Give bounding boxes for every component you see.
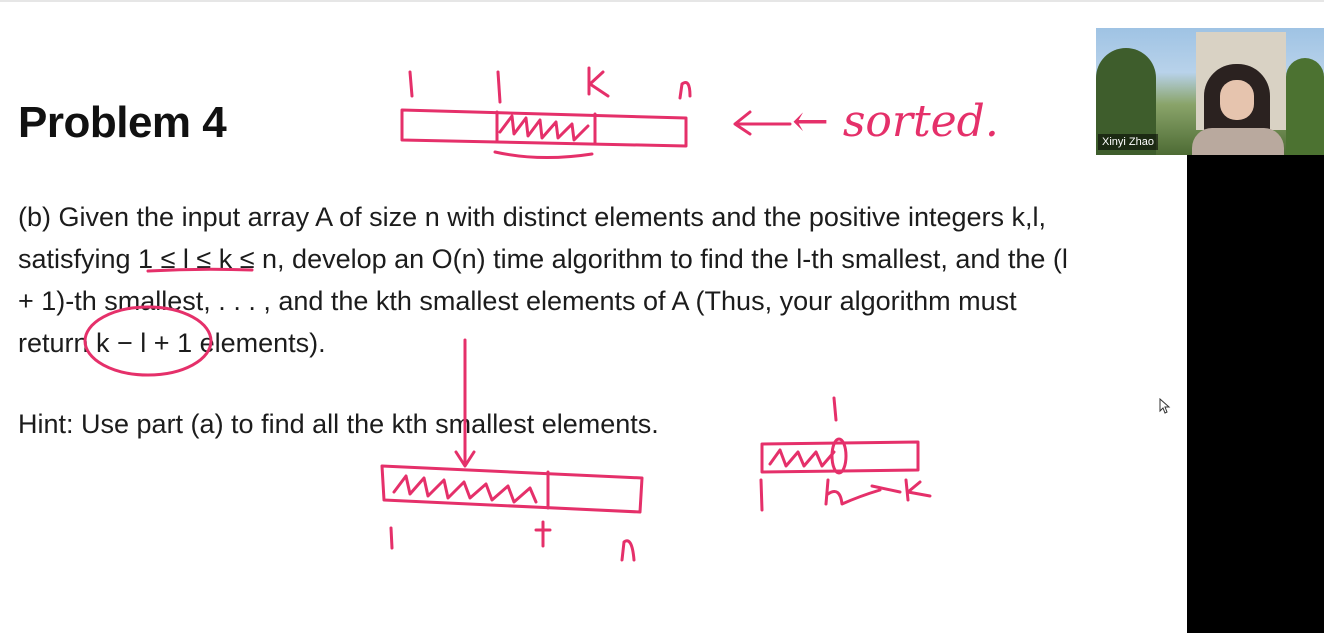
mouse-pointer-icon [1159, 398, 1171, 414]
sorted-note: ← sorted. [792, 96, 999, 147]
right-array-sketch [759, 396, 932, 512]
slide: Problem 4 (b) Given the input array A of… [0, 0, 1186, 633]
problem-line-1: (b) Given the input array A of size n wi… [18, 202, 1047, 232]
side-black-panel [1187, 155, 1324, 633]
middle-array-sketch [380, 338, 644, 562]
participant-face [1220, 80, 1254, 120]
slide-title: Problem 4 [18, 98, 227, 147]
problem-line-3: + 1)-th smallest, . . . , and the kth sm… [18, 286, 1017, 316]
problem-text: (b) Given the input array A of size n wi… [18, 196, 1168, 364]
problem-line-4: return k − l + 1 elements). [18, 328, 326, 358]
hint-text: Hint: Use part (a) to find all the kth s… [18, 409, 659, 439]
participant-shirt [1192, 128, 1284, 155]
problem-line-2: satisfying 1 ≤ l ≤ k ≤ n, develop an O(n… [18, 244, 1068, 274]
participant-name-label: Xinyi Zhao [1098, 134, 1158, 150]
video-background-tree [1286, 58, 1324, 155]
top-array-sketch [400, 66, 792, 160]
